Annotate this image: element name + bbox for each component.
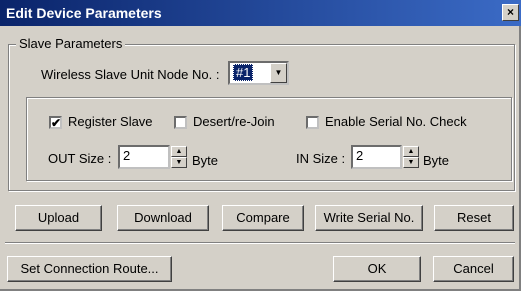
compare-button-label: Compare bbox=[236, 210, 290, 225]
reset-button[interactable]: Reset bbox=[434, 205, 514, 231]
out-size-input[interactable]: 2 bbox=[118, 145, 170, 169]
node-no-select[interactable]: #1 ▼ bbox=[228, 61, 289, 85]
desert-rejoin-checkbox[interactable] bbox=[174, 116, 187, 129]
download-button-label: Download bbox=[134, 210, 192, 225]
spin-down-icon[interactable]: ▼ bbox=[403, 157, 419, 168]
download-button[interactable]: Download bbox=[117, 205, 209, 231]
chevron-down-icon[interactable]: ▼ bbox=[270, 63, 287, 83]
reset-button-label: Reset bbox=[457, 210, 491, 225]
write-serial-button-label: Write Serial No. bbox=[323, 210, 415, 225]
node-no-label: Wireless Slave Unit Node No. : bbox=[41, 67, 220, 82]
cancel-button-label: Cancel bbox=[453, 261, 494, 276]
set-connection-route-button[interactable]: Set Connection Route... bbox=[7, 256, 172, 282]
upload-button-label: Upload bbox=[37, 210, 80, 225]
ok-button[interactable]: OK bbox=[333, 256, 421, 282]
upload-button[interactable]: Upload bbox=[15, 205, 102, 231]
out-size-spinner[interactable]: ▲ ▼ bbox=[171, 146, 187, 168]
out-size-label: OUT Size : bbox=[48, 151, 112, 166]
checkmark-icon: ✔ bbox=[51, 116, 62, 130]
node-no-value: #1 bbox=[233, 64, 254, 81]
slave-parameters-label: Slave Parameters bbox=[16, 36, 126, 51]
register-slave-checkbox[interactable]: ✔ bbox=[49, 116, 62, 129]
close-icon: × bbox=[506, 5, 514, 19]
spin-up-icon[interactable]: ▲ bbox=[171, 146, 187, 157]
register-slave-label[interactable]: Register Slave bbox=[68, 114, 153, 129]
compare-button[interactable]: Compare bbox=[222, 205, 304, 231]
in-size-unit: Byte bbox=[423, 153, 450, 168]
set-connection-route-label: Set Connection Route... bbox=[20, 261, 159, 276]
spin-down-icon[interactable]: ▼ bbox=[171, 157, 187, 168]
in-size-input[interactable]: 2 bbox=[351, 145, 402, 169]
spin-up-icon[interactable]: ▲ bbox=[403, 146, 419, 157]
enable-serial-check-label[interactable]: Enable Serial No. Check bbox=[325, 114, 467, 129]
enable-serial-check-checkbox[interactable] bbox=[306, 116, 319, 129]
window-title: Edit Device Parameters bbox=[6, 5, 162, 21]
cancel-button[interactable]: Cancel bbox=[433, 256, 514, 282]
ok-button-label: OK bbox=[367, 261, 387, 276]
in-size-label: IN Size : bbox=[296, 151, 346, 166]
title-bar[interactable]: Edit Device Parameters × bbox=[0, 0, 521, 26]
desert-rejoin-label[interactable]: Desert/re-Join bbox=[193, 114, 275, 129]
options-group bbox=[26, 97, 512, 181]
in-size-spinner[interactable]: ▲ ▼ bbox=[403, 146, 419, 168]
dialog-window: Edit Device Parameters × Slave Parameter… bbox=[0, 0, 521, 291]
close-button[interactable]: × bbox=[502, 4, 519, 21]
separator bbox=[5, 242, 515, 244]
out-size-unit: Byte bbox=[192, 153, 219, 168]
write-serial-button[interactable]: Write Serial No. bbox=[315, 205, 423, 231]
